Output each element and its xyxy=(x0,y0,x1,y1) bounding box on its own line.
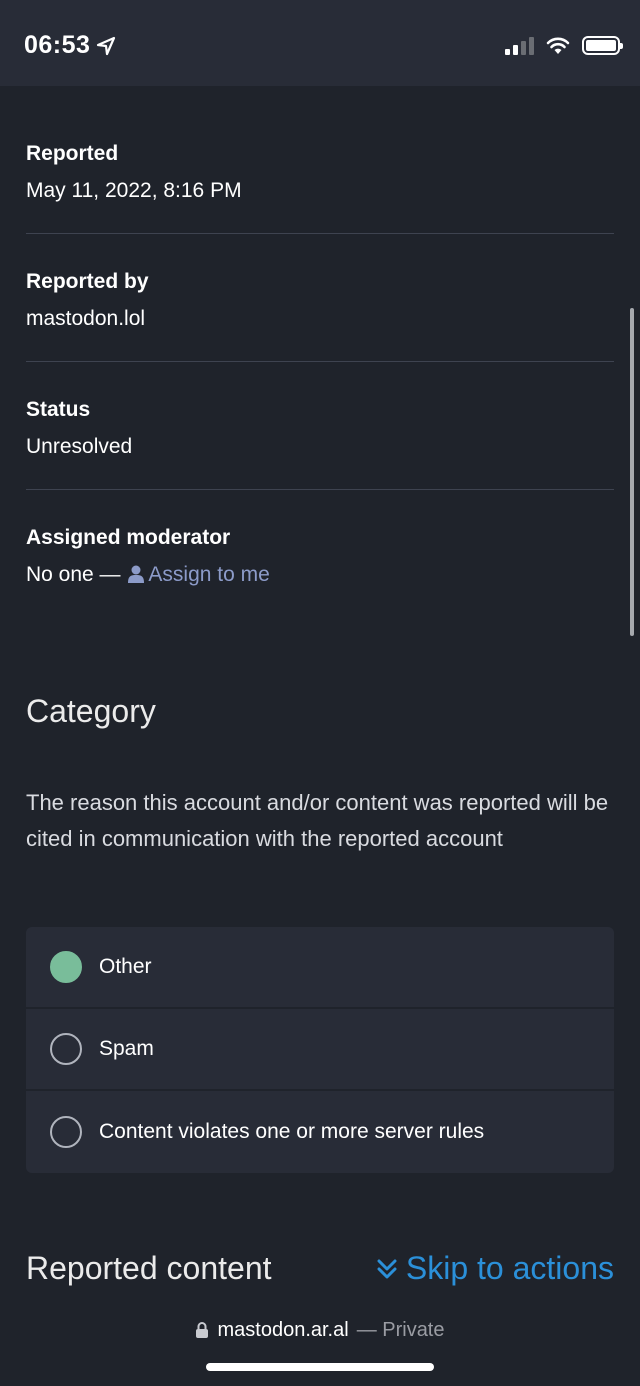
reported-content-heading: Reported content xyxy=(26,1250,272,1286)
status-bar: 06:53 xyxy=(0,0,640,86)
reported-date: May 11, 2022, 8:16 PM xyxy=(26,179,242,202)
cellular-signal-icon xyxy=(505,36,534,55)
radio-unchecked-icon xyxy=(50,1033,82,1065)
location-arrow-icon xyxy=(97,36,116,55)
skip-to-actions-label: Skip to actions xyxy=(405,1250,614,1286)
moderator-value-row: No one — Assign to me xyxy=(26,563,614,587)
moderator-label: Assigned moderator xyxy=(26,526,231,549)
category-description: The reason this account and/or content w… xyxy=(26,790,609,851)
double-chevron-down-icon xyxy=(377,1259,397,1278)
user-icon xyxy=(128,565,145,583)
category-heading: Category xyxy=(26,693,156,729)
category-option-spam[interactable]: Spam xyxy=(26,1009,614,1091)
category-options: Other Spam Content violates one or more … xyxy=(26,927,614,1173)
divider xyxy=(26,233,614,234)
url-domain: mastodon.ar.al xyxy=(217,1318,349,1341)
assign-to-me-link[interactable]: Assign to me xyxy=(126,563,270,586)
moderator-value: No one — xyxy=(26,563,121,586)
option-label: Other xyxy=(99,955,152,978)
reported-by-value: mastodon.lol xyxy=(26,307,146,330)
privacy-label: — Private xyxy=(356,1318,445,1341)
home-indicator[interactable] xyxy=(206,1363,434,1371)
category-option-other[interactable]: Other xyxy=(26,927,614,1009)
scrollbar[interactable] xyxy=(630,308,634,636)
lock-icon xyxy=(196,1322,209,1338)
reported-content-header: Reported content Skip to actions xyxy=(26,1250,614,1294)
status-label: Status xyxy=(26,398,91,421)
assign-to-me-label: Assign to me xyxy=(148,563,270,586)
reported-label: Reported xyxy=(26,142,119,165)
skip-to-actions-link[interactable]: Skip to actions xyxy=(376,1250,614,1287)
browser-url-bar[interactable]: mastodon.ar.al — Private xyxy=(0,1310,640,1350)
radio-checked-icon xyxy=(50,951,82,983)
divider xyxy=(26,361,614,362)
divider xyxy=(26,489,614,490)
status-value: Unresolved xyxy=(26,435,133,458)
status-section: Status Unresolved xyxy=(26,398,614,459)
status-icons xyxy=(505,36,623,55)
battery-icon xyxy=(582,36,623,55)
wifi-icon xyxy=(546,37,570,54)
radio-unchecked-icon xyxy=(50,1116,82,1148)
option-label: Content violates one or more server rule… xyxy=(99,1120,485,1143)
reported-by-section: Reported by mastodon.lol xyxy=(26,270,614,331)
reported-by-label: Reported by xyxy=(26,270,149,293)
time-text: 06:53 xyxy=(24,31,91,59)
option-label: Spam xyxy=(99,1037,154,1060)
reported-section: Reported May 11, 2022, 8:16 PM xyxy=(26,142,614,203)
clock: 06:53 xyxy=(24,31,116,60)
category-option-violation[interactable]: Content violates one or more server rule… xyxy=(26,1091,614,1173)
moderator-section: Assigned moderator No one — Assign to me xyxy=(26,526,614,587)
